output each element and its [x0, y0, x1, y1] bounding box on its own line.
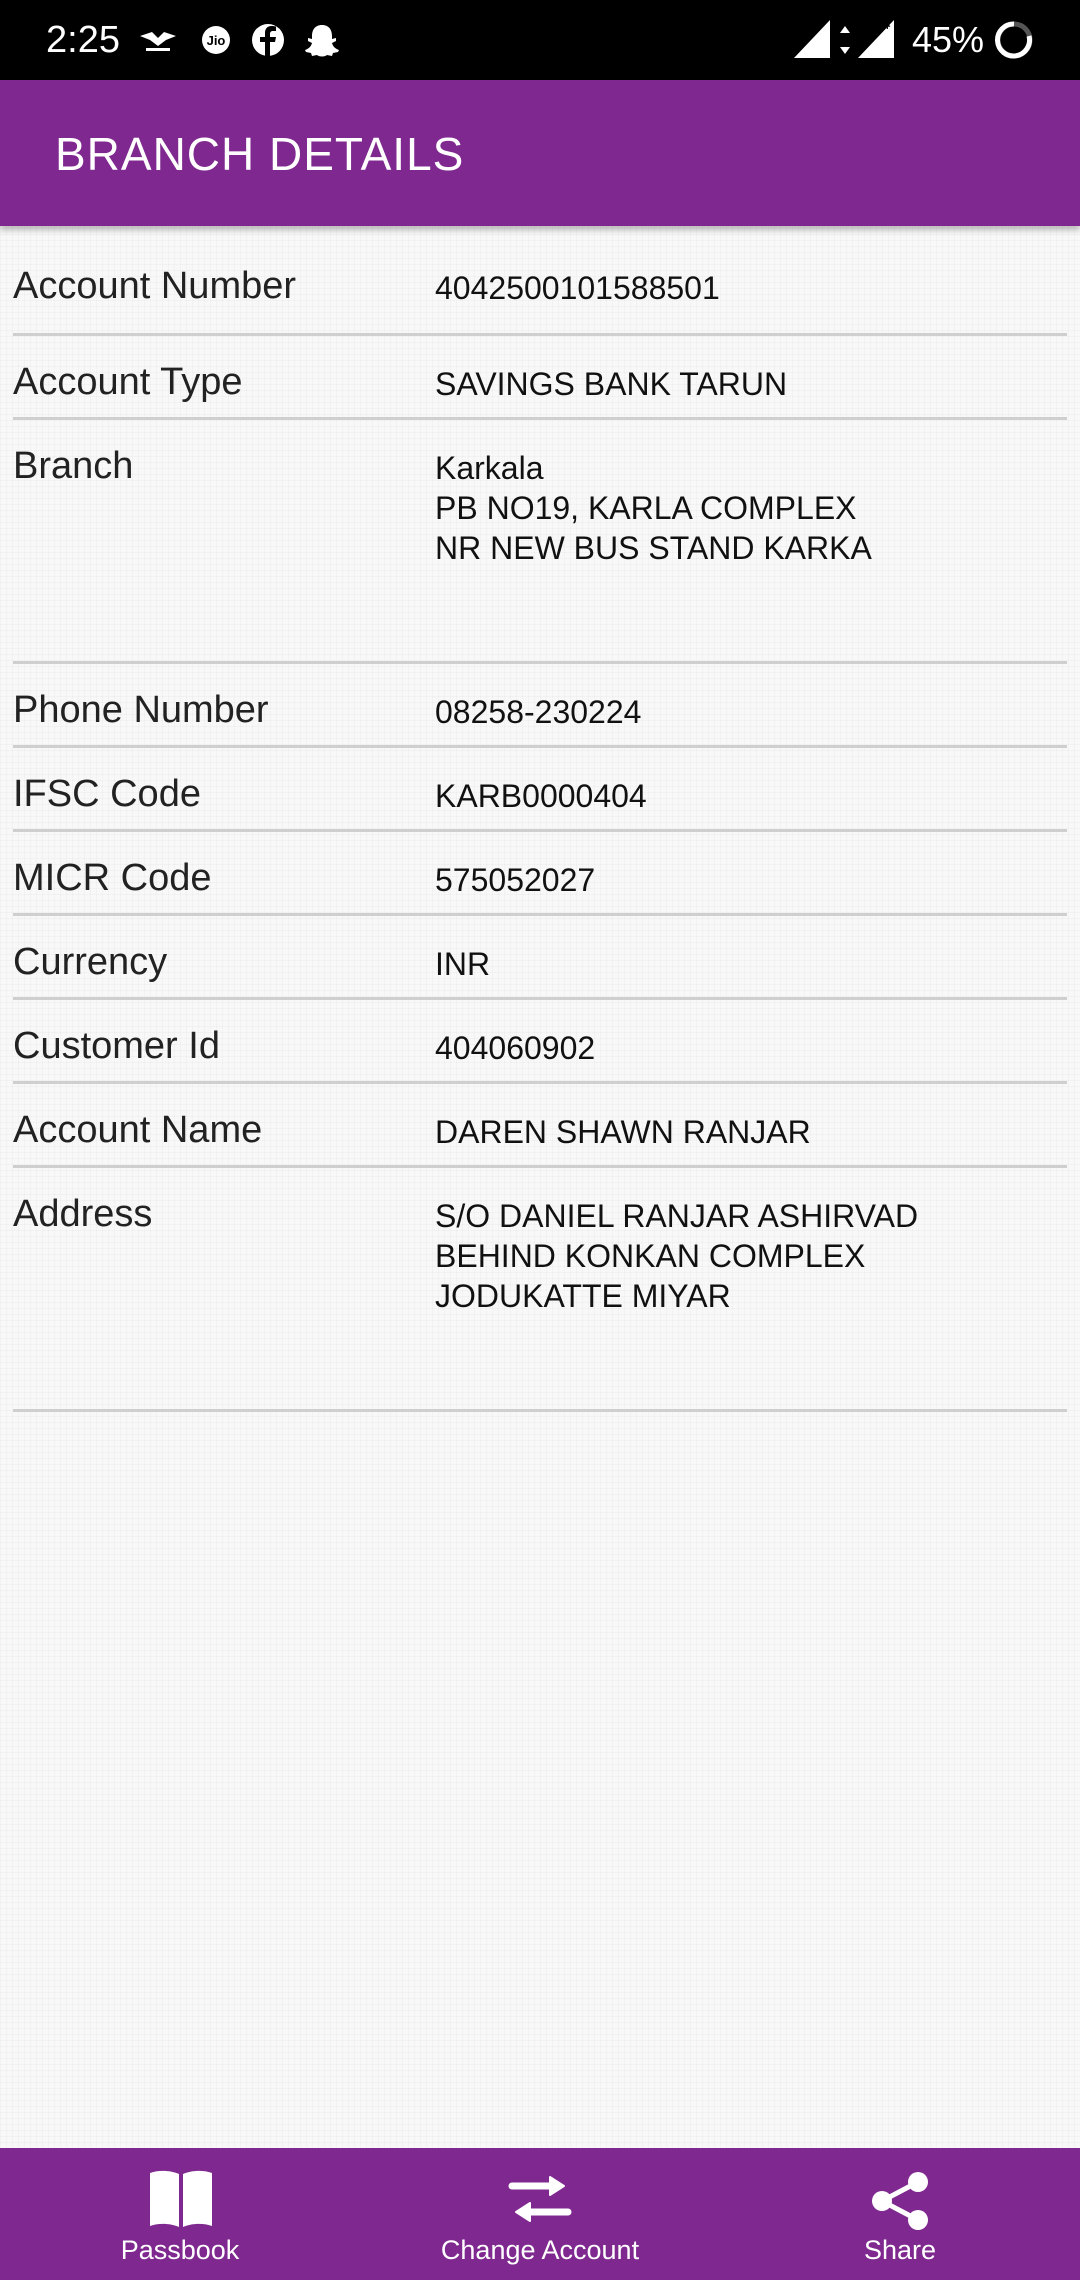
detail-row-account-type: Account Type SAVINGS BANK TARUN	[13, 336, 1067, 420]
detail-row-ifsc-code: IFSC Code KARB0000404	[13, 748, 1067, 832]
passbook-button[interactable]: Passbook	[80, 2148, 280, 2280]
detail-label: Phone Number	[13, 689, 269, 731]
detail-label: IFSC Code	[13, 773, 201, 815]
detail-row-branch: Branch Karkala PB NO19, KARLA COMPLEX NR…	[13, 420, 1067, 664]
detail-value: Karkala PB NO19, KARLA COMPLEX NR NEW BU…	[435, 450, 872, 566]
battery-ring-icon	[992, 18, 1036, 62]
detail-label: Account Name	[13, 1109, 263, 1151]
detail-value: S/O DANIEL RANJAR ASHIRVAD BEHIND KONKAN…	[435, 1198, 919, 1314]
passbook-label: Passbook	[120, 2235, 240, 2265]
share-label: Share	[863, 2235, 937, 2265]
share-icon	[868, 2170, 932, 2237]
screen: 2:25 Jio 4G+ 45% BRANCH DETAILS Account …	[0, 0, 1080, 2280]
detail-value: 404060902	[435, 1030, 596, 1066]
app-bar: BRANCH DETAILS	[0, 80, 1080, 226]
status-time: 2:25	[46, 19, 120, 61]
detail-value: 08258-230224	[435, 694, 642, 730]
jio-icon: Jio	[196, 20, 236, 60]
svg-text:Jio: Jio	[207, 33, 226, 48]
detail-value: DAREN SHAWN RANJAR	[435, 1114, 811, 1150]
detail-label: Address	[13, 1193, 153, 1235]
detail-row-currency: Currency INR	[13, 916, 1067, 1000]
detail-value: SAVINGS BANK TARUN	[435, 366, 788, 402]
detail-label: Account Type	[13, 361, 243, 403]
status-bar: 2:25 Jio 4G+ 45%	[0, 0, 1080, 80]
data-transfer-icon	[838, 22, 852, 58]
network-type-text: 4G+	[869, 21, 890, 33]
signal-4g-icon: 4G+	[856, 18, 896, 60]
snapchat-icon	[302, 20, 342, 60]
detail-label: Account Number	[13, 265, 297, 307]
signal-icon	[792, 18, 832, 60]
share-button[interactable]: Share	[800, 2148, 1000, 2280]
detail-label: Customer Id	[13, 1025, 220, 1067]
detail-row-account-number: Account Number 4042500101588501	[13, 240, 1067, 336]
change-account-button[interactable]: Change Account	[420, 2148, 660, 2280]
detail-row-address: Address S/O DANIEL RANJAR ASHIRVAD BEHIN…	[13, 1168, 1067, 1412]
branch-details-list: Account Number 4042500101588501 Account …	[13, 240, 1067, 1412]
detail-row-customer-id: Customer Id 404060902	[13, 1000, 1067, 1084]
detail-label: Branch	[13, 445, 134, 487]
detail-value: INR	[435, 946, 491, 982]
detail-row-phone-number: Phone Number 08258-230224	[13, 664, 1067, 748]
page-title: BRANCH DETAILS	[55, 128, 465, 180]
detail-value: 575052027	[435, 862, 596, 898]
facebook-icon	[248, 20, 288, 60]
detail-value: KARB0000404	[435, 778, 647, 814]
detail-value: 4042500101588501	[435, 270, 720, 306]
detail-row-account-name: Account Name DAREN SHAWN RANJAR	[13, 1084, 1067, 1168]
bottom-navigation: Passbook Change Account Share	[0, 2148, 1080, 2280]
battery-percentage: 45%	[912, 19, 985, 60]
notification-app-icon	[138, 20, 178, 60]
detail-label: Currency	[13, 941, 168, 983]
detail-row-micr-code: MICR Code 575052027	[13, 832, 1067, 916]
swap-arrows-icon	[508, 2174, 572, 2229]
book-icon	[148, 2168, 214, 2235]
detail-label: MICR Code	[13, 857, 212, 899]
change-account-label: Change Account	[440, 2235, 640, 2265]
